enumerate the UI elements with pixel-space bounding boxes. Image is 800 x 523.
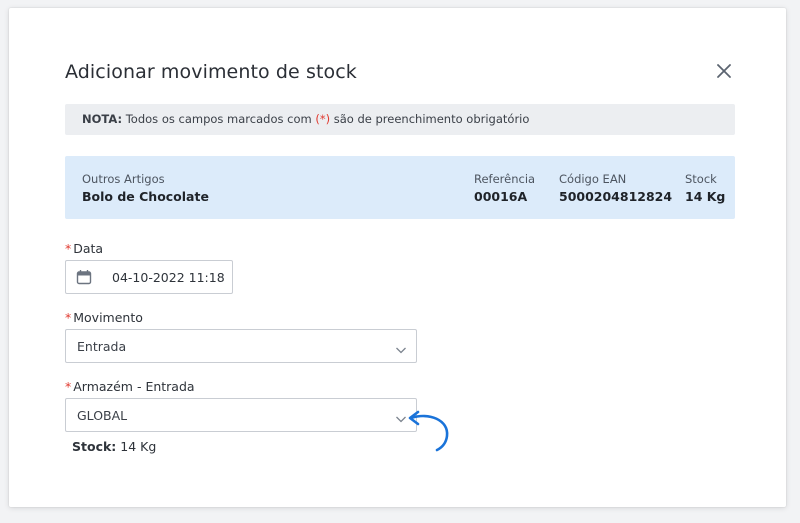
stock-value: 14 Kg: [685, 189, 726, 204]
movement-select[interactable]: Entrada: [65, 329, 417, 363]
movement-selected-value: Entrada: [77, 339, 127, 354]
add-stock-movement-modal: Adicionar movimento de stock NOTA: Todos…: [9, 8, 786, 507]
close-icon[interactable]: [714, 61, 734, 81]
curved-arrow-icon: [407, 408, 457, 460]
reference-label: Referência: [474, 172, 536, 186]
stock-label: Stock: [685, 172, 717, 186]
warehouse-stock-info: Stock: 14 Kg: [72, 439, 156, 454]
required-fields-note: NOTA: Todos os campos marcados com (*) s…: [65, 104, 735, 135]
reference-value: 00016A: [474, 189, 528, 204]
modal-title: Adicionar movimento de stock: [65, 61, 357, 83]
date-field-label: * Data: [65, 241, 103, 256]
movement-field-label: * Movimento: [65, 310, 143, 325]
movement-label-text: Movimento: [73, 310, 143, 325]
chevron-down-icon[interactable]: [395, 410, 407, 423]
date-value: 04-10-2022 11:18: [112, 270, 225, 285]
ean-value: 5000204812824: [559, 189, 673, 204]
warehouse-field-label: * Armazém - Entrada: [65, 379, 195, 394]
required-marker: *: [65, 310, 72, 325]
chevron-down-icon[interactable]: [395, 341, 407, 354]
note-text-after: são de preenchimento obrigatório: [330, 112, 530, 126]
warehouse-stock-value: 14 Kg: [116, 439, 157, 454]
required-marker: *: [65, 241, 72, 256]
note-prefix: NOTA:: [82, 112, 123, 126]
item-name: Bolo de Chocolate: [82, 189, 209, 204]
item-category: Outros Artigos: [82, 172, 165, 186]
ean-label: Código EAN: [559, 172, 627, 186]
item-info-panel: Outros Artigos Bolo de Chocolate Referên…: [65, 156, 735, 219]
required-marker: *: [65, 379, 72, 394]
warehouse-select[interactable]: GLOBAL: [65, 398, 417, 432]
warehouse-stock-label: Stock:: [72, 439, 117, 454]
warehouse-label-text: Armazém - Entrada: [73, 379, 195, 394]
warehouse-selected-value: GLOBAL: [77, 408, 128, 423]
date-input[interactable]: 04-10-2022 11:18: [65, 260, 233, 294]
note-required-marker: (*): [315, 112, 331, 126]
note-text-before: Todos os campos marcados com: [122, 112, 316, 126]
calendar-icon[interactable]: [76, 269, 92, 285]
date-label-text: Data: [73, 241, 104, 256]
